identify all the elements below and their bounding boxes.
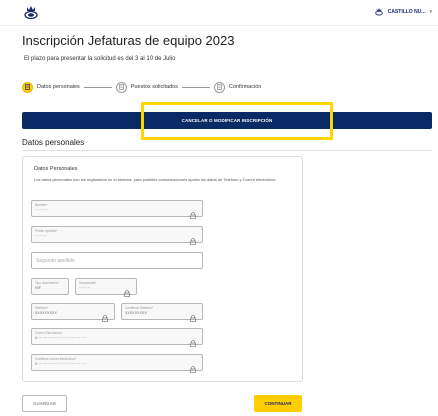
user-avatar-icon — [374, 7, 384, 17]
field-label: Confirmar correo electrónico* — [35, 357, 77, 361]
field-value: NIF — [35, 286, 41, 290]
confirmar-correo-field[interactable]: Confirmar correo electrónico* X·········… — [31, 354, 203, 373]
step-label: Confirmación — [228, 84, 262, 90]
field-placeholder: Segundo apellido — [36, 258, 75, 264]
section-divider — [22, 150, 432, 151]
card-description: Los datos personales son los registrados… — [34, 177, 277, 182]
field-value: XXXXXXXXX — [125, 311, 147, 315]
lock-icon — [190, 232, 196, 245]
progress-stepper: Datos personales Puestos solicitados Con… — [22, 80, 261, 94]
step-connector — [83, 86, 112, 88]
nombre-field[interactable]: Nombre* ·········· — [31, 200, 203, 219]
user-name: CASTILLO NU... — [387, 9, 426, 15]
lock-icon — [190, 360, 196, 373]
document-icon — [22, 81, 33, 93]
telefono-field[interactable]: Teléfono* XXXXXXXXX — [31, 303, 115, 322]
top-bar: CASTILLO NU... ▾ — [0, 0, 438, 26]
field-value: X······································· — [35, 362, 87, 366]
primer-apellido-field[interactable]: Primer apellido* ·········· — [31, 226, 203, 245]
segundo-apellido-field[interactable]: Segundo apellido — [31, 252, 203, 269]
field-value: ········· — [79, 286, 91, 290]
step-connector — [181, 86, 210, 88]
documento-field[interactable]: Documento* ········· — [75, 278, 137, 297]
field-label: Correo Electrónico* — [35, 331, 63, 335]
chevron-down-icon[interactable]: ▾ — [429, 9, 432, 15]
field-value: ·········· — [35, 234, 48, 238]
lock-icon — [190, 309, 196, 322]
field-label: Nombre* — [35, 203, 48, 207]
field-value: ·········· — [35, 208, 48, 212]
step-confirmacion[interactable]: Confirmación — [213, 81, 262, 93]
user-menu[interactable]: CASTILLO NU... ▾ — [374, 7, 432, 17]
field-label: Documento* — [79, 281, 97, 285]
field-value: X······································· — [35, 336, 87, 340]
lock-icon — [124, 284, 130, 297]
document-icon — [115, 81, 127, 93]
tipo-documento-field[interactable]: Tipo documento* NIF — [31, 278, 69, 295]
cancel-modify-button[interactable]: CANCELAR O MODIFICAR INSCRIPCIÓN — [22, 112, 432, 129]
lock-icon — [190, 334, 196, 347]
correo-field[interactable]: Correo Electrónico* X···················… — [31, 328, 203, 347]
save-button[interactable]: GUARDAR — [22, 395, 67, 412]
step-label: Datos personales — [37, 84, 80, 90]
postal-crown-logo-icon[interactable] — [22, 4, 40, 22]
page-subtitle: El plazo para presentar la solicitud es … — [24, 56, 176, 62]
step-label: Puestos solicitados — [130, 84, 178, 90]
confirmar-telefono-field[interactable]: Confirmar Teléfono* XXXXXXXXX — [121, 303, 203, 322]
step-puestos-solicitados[interactable]: Puestos solicitados — [115, 81, 178, 93]
page-title: Inscripción Jefaturas de equipo 2023 — [22, 33, 235, 48]
lock-icon — [190, 206, 196, 219]
personal-data-card: Datos Personales Los datos personales so… — [22, 156, 303, 382]
continue-button[interactable]: CONTINUAR — [254, 395, 302, 412]
field-label: Confirmar Teléfono* — [125, 306, 154, 310]
field-label: Teléfono* — [35, 306, 49, 310]
step-datos-personales[interactable]: Datos personales — [22, 81, 80, 93]
section-title: Datos personales — [22, 138, 85, 147]
field-label: Tipo documento* — [35, 281, 59, 285]
document-icon — [213, 81, 225, 93]
field-value: XXXXXXXXX — [35, 311, 57, 315]
field-label: Primer apellido* — [35, 229, 58, 233]
card-title: Datos Personales — [34, 166, 78, 172]
lock-icon — [102, 309, 108, 322]
